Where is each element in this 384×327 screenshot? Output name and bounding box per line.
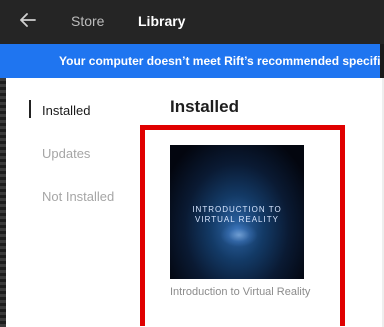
left-window-edge	[0, 78, 6, 327]
page-title: Installed	[170, 97, 239, 116]
spec-warning-banner[interactable]: Your computer doesn’t meet Rift’s recomm…	[0, 44, 384, 78]
back-button[interactable]	[18, 12, 38, 32]
game-title[interactable]: Introduction to Virtual Reality	[170, 286, 320, 299]
top-nav-bar: Store Library	[0, 0, 384, 44]
sidebar-item-not-installed[interactable]: Not Installed	[42, 189, 114, 204]
cover-glow	[220, 223, 258, 247]
spec-warning-text: Your computer doesn’t meet Rift’s recomm…	[59, 54, 384, 68]
cover-title-line1: INTRODUCTION TO	[192, 205, 282, 214]
sidebar-item-updates[interactable]: Updates	[42, 146, 90, 161]
arrow-left-icon	[20, 12, 36, 32]
game-tile[interactable]: INTRODUCTION TO VIRTUAL REALITY	[170, 145, 304, 279]
sidebar-item-installed[interactable]: Installed	[42, 103, 90, 118]
tab-store[interactable]: Store	[71, 13, 104, 29]
banner-edge	[380, 44, 384, 78]
oculus-library-window: Store Library Your computer doesn’t meet…	[0, 0, 384, 327]
tab-library[interactable]: Library	[138, 13, 185, 29]
active-nav-indicator	[29, 100, 31, 118]
